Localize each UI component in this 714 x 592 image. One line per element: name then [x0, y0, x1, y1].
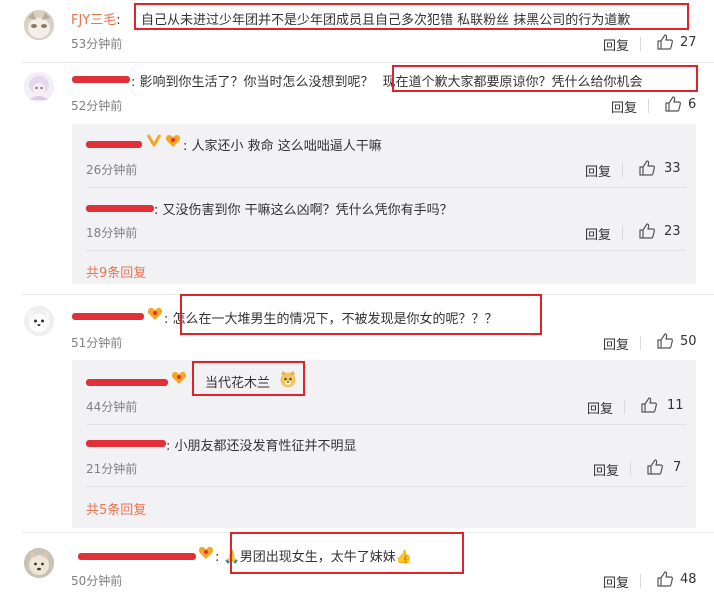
comment-time: 50分钟前	[71, 574, 123, 588]
view-more-replies-link[interactable]: 共5条回复	[86, 499, 146, 518]
like-count: 11	[667, 398, 684, 413]
divider	[624, 400, 625, 414]
like-count: 23	[664, 224, 681, 239]
thumbs-up-icon[interactable]	[646, 458, 664, 476]
thumbs-up-icon[interactable]	[638, 222, 656, 240]
reply-button[interactable]: 回复	[587, 398, 613, 417]
reply-time: 18分钟前	[86, 226, 138, 240]
reply-time: 21分钟前	[86, 462, 138, 476]
verified-v-icon	[146, 134, 162, 147]
reply-text: : 小朋友都还没发育性征并不明显	[166, 439, 357, 454]
thumbs-up-icon[interactable]	[656, 570, 674, 588]
reply-time: 26分钟前	[86, 163, 138, 177]
reply-button[interactable]: 回复	[603, 35, 629, 54]
redacted-username	[72, 313, 144, 320]
view-more-replies-link[interactable]: 共9条回复	[86, 262, 146, 281]
member-badge-icon	[147, 308, 163, 320]
thumbs-up-icon[interactable]	[638, 159, 656, 177]
reply-button[interactable]: 回复	[593, 460, 619, 479]
divider	[640, 336, 641, 350]
avatar[interactable]	[24, 72, 54, 102]
username[interactable]: FJY三毛:	[71, 9, 121, 28]
highlight-box	[392, 65, 698, 92]
member-badge-icon	[198, 547, 214, 559]
like-count: 6	[688, 97, 697, 112]
member-badge-icon	[165, 135, 181, 147]
redacted-username	[86, 205, 154, 212]
thumbs-up-icon[interactable]	[656, 33, 674, 51]
divider	[622, 226, 623, 240]
comment-time: 52分钟前	[71, 99, 123, 113]
like-count: 7	[673, 460, 682, 475]
reply-button[interactable]: 回复	[585, 224, 611, 243]
reply-button[interactable]: 回复	[611, 97, 637, 116]
like-count: 27	[680, 35, 697, 50]
redacted-username	[86, 141, 142, 148]
divider	[86, 187, 686, 188]
thumbs-up-icon[interactable]	[656, 332, 674, 350]
divider	[86, 250, 686, 251]
divider	[86, 486, 686, 487]
divider	[640, 37, 641, 51]
member-badge-icon	[171, 372, 187, 384]
divider	[622, 163, 623, 177]
highlight-box	[230, 532, 464, 574]
avatar[interactable]	[24, 548, 54, 578]
highlight-box	[180, 294, 542, 335]
thumbs-up-icon[interactable]	[640, 396, 658, 414]
like-count: 33	[664, 161, 681, 176]
like-count: 48	[680, 572, 697, 587]
reply-text: : 又没伤害到你 干嘛这么凶啊？凭什么凭你有手吗？	[154, 203, 453, 218]
reply-button[interactable]: 回复	[603, 572, 629, 591]
highlight-box	[134, 3, 689, 30]
reply-time: 44分钟前	[86, 400, 138, 414]
avatar[interactable]	[24, 10, 54, 40]
redacted-username	[86, 440, 166, 447]
redacted-username	[86, 379, 168, 386]
divider	[86, 424, 686, 425]
divider	[648, 99, 649, 113]
reply-button[interactable]: 回复	[585, 161, 611, 180]
like-count: 50	[680, 334, 697, 349]
reply-text: : 人家还小 救命 这么咄咄逼人干嘛	[183, 139, 382, 154]
highlight-box	[192, 361, 305, 396]
divider	[630, 462, 631, 476]
divider	[640, 574, 641, 588]
thumbs-up-icon[interactable]	[664, 95, 682, 113]
comment-time: 53分钟前	[71, 37, 123, 51]
divider	[22, 62, 714, 63]
reply-button[interactable]: 回复	[603, 334, 629, 353]
redacted-username	[72, 76, 130, 83]
avatar[interactable]	[24, 306, 54, 336]
redacted-username	[78, 553, 196, 560]
comment-time: 51分钟前	[71, 336, 123, 350]
